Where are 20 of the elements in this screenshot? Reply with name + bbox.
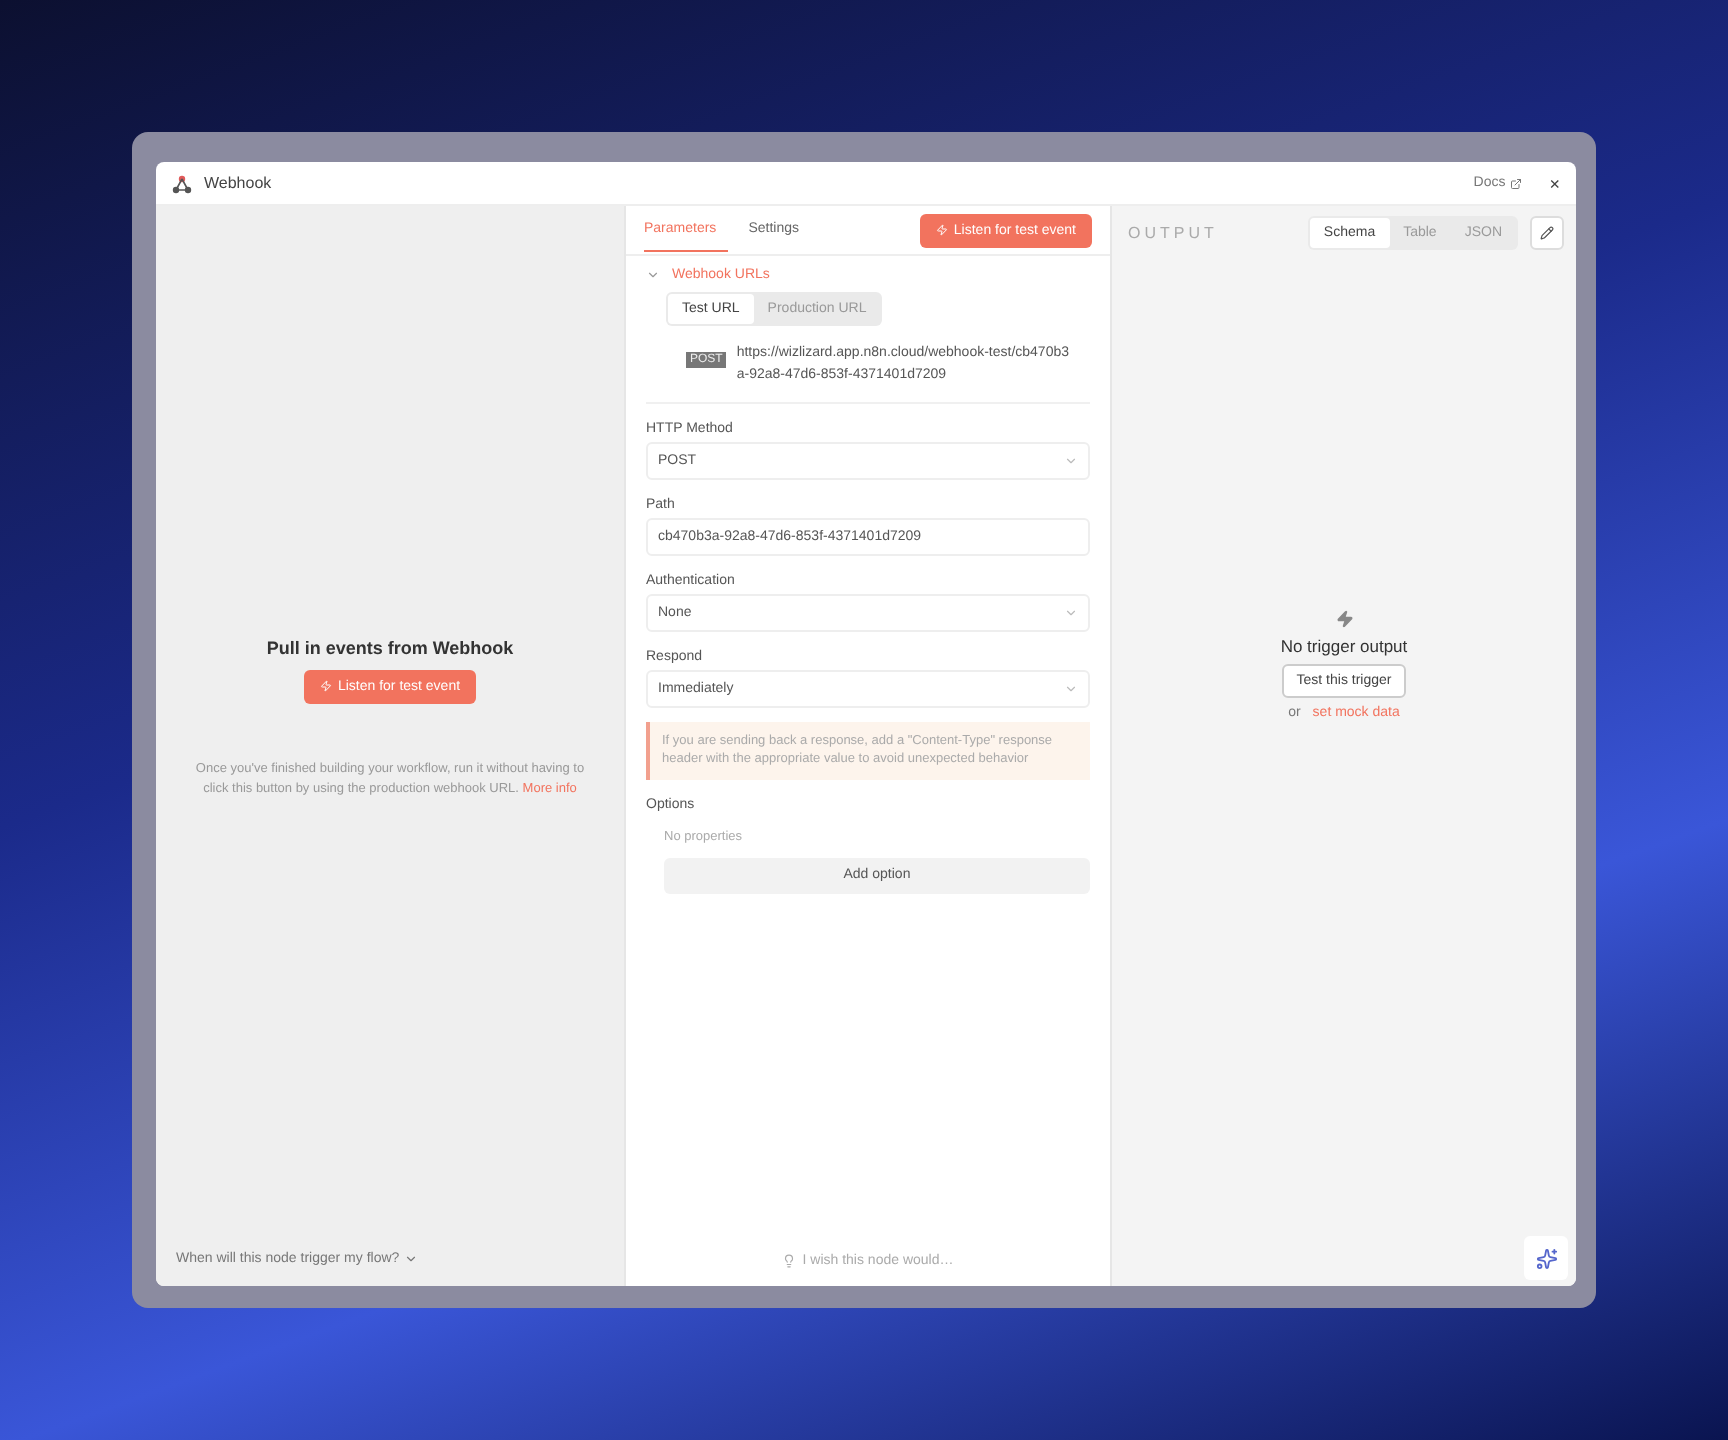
close-button[interactable]: × [1549,173,1560,193]
chevron-down-icon [403,1251,418,1265]
edit-button[interactable] [1530,215,1564,249]
dialog-title: Webhook [204,174,274,192]
empty-title: No trigger output [1280,635,1408,655]
chevron-down-icon [1064,682,1078,696]
bolt-icon [935,224,948,236]
pencil-icon [1540,225,1554,239]
lightbulb-icon [782,1253,797,1267]
bolt-icon [319,680,332,693]
node-icon [172,173,192,193]
chevron-down-icon [1064,606,1078,620]
panel-heading: Pull in events from Webhook [266,637,514,658]
external-link-icon [1509,177,1522,189]
sparkles-icon [1535,1247,1557,1269]
chevron-down-icon [1064,454,1078,468]
chevron-down-icon [646,268,660,282]
output-title: OUTPUT [1128,223,1220,241]
bolt-icon [1335,609,1353,627]
sparkle-button[interactable] [1524,1236,1568,1280]
